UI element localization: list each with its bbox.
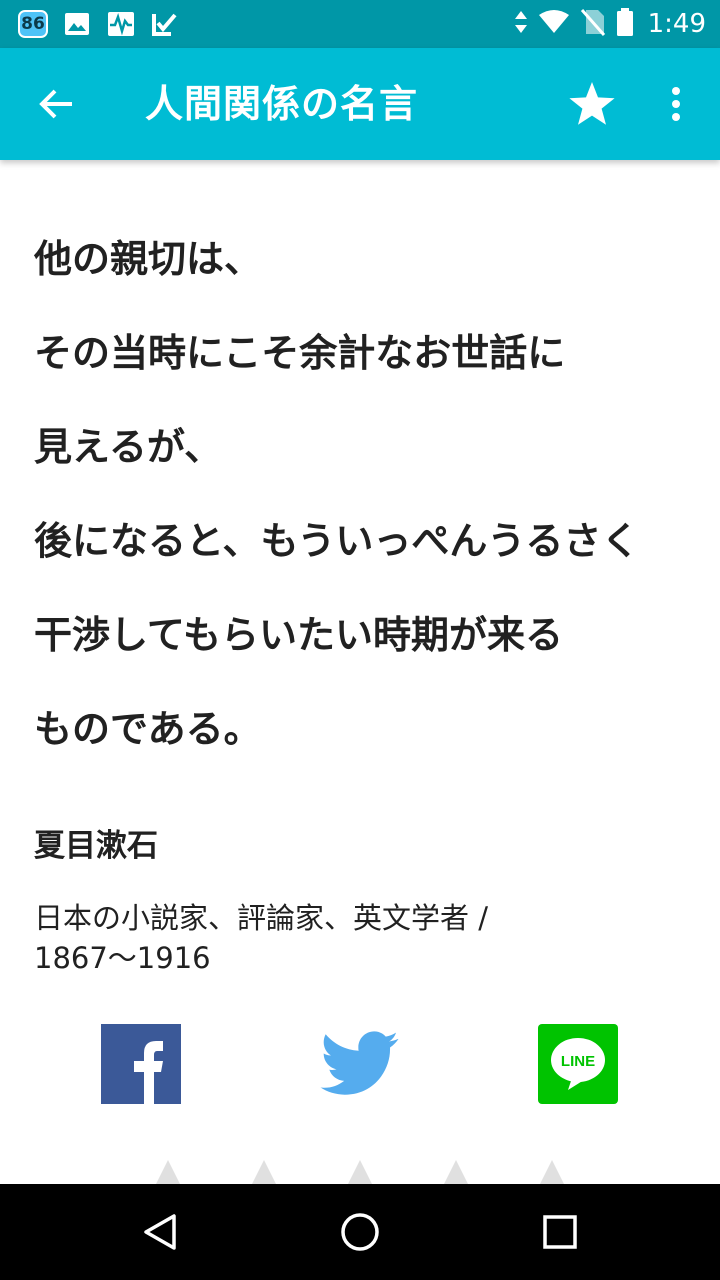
facebook-share-button[interactable]	[101, 1024, 181, 1104]
battery-icon	[616, 7, 634, 41]
app-bar: 人間関係の名言	[0, 48, 720, 160]
navigation-bar	[0, 1184, 720, 1280]
triangle-icon	[156, 1160, 180, 1184]
star-icon	[569, 82, 615, 125]
quote-line: 干渉してもらいたい時期が来る	[34, 613, 563, 657]
status-bar: 86 1:49	[0, 0, 720, 48]
home-circle-icon	[341, 1213, 379, 1251]
nav-home-button[interactable]	[330, 1202, 390, 1262]
data-arrows-icon	[514, 9, 528, 39]
image-icon	[62, 10, 92, 38]
notification-badge: 86	[18, 10, 48, 38]
author-name: 夏目漱石	[34, 828, 158, 864]
author-description: 日本の小説家、評論家、英文学者 / 1867〜1916	[34, 898, 654, 978]
clock: 1:49	[647, 9, 706, 39]
page-title: 人間関係の名言	[145, 82, 419, 126]
facebook-icon	[101, 1024, 181, 1104]
line-share-button[interactable]: LINE	[538, 1024, 618, 1104]
twitter-share-button[interactable]	[318, 1024, 402, 1104]
quote-line: 後になると、もういっぺんうるさく	[34, 519, 640, 563]
author-description-line: 1867〜1916	[34, 941, 211, 975]
quote-line: その当時にこそ余計なお世話に	[34, 331, 566, 375]
quote-line: 見えるが、	[34, 425, 223, 469]
quote-line: ものである。	[34, 707, 262, 751]
nav-back-button[interactable]	[130, 1202, 190, 1262]
check-icon	[150, 10, 180, 38]
line-label: LINE	[561, 1053, 595, 1070]
wifi-icon	[538, 9, 570, 39]
back-triangle-icon	[144, 1214, 176, 1250]
triangle-icon	[540, 1160, 564, 1184]
status-bar-notifications: 86	[18, 8, 180, 40]
triangle-icon	[348, 1160, 372, 1184]
activity-icon	[106, 10, 136, 38]
quote-text: 他の親切は、 その当時にこそ余計なお世話に 見えるが、 後になると、もういっぺん…	[34, 212, 694, 776]
nav-recents-button[interactable]	[530, 1202, 590, 1262]
favorite-button[interactable]	[558, 76, 626, 132]
back-button[interactable]	[20, 76, 92, 132]
twitter-bird-icon	[320, 1031, 399, 1095]
quote-line: 他の親切は、	[34, 237, 263, 281]
triangle-icon	[252, 1160, 276, 1184]
recents-square-icon	[543, 1215, 577, 1249]
triangle-icon	[444, 1160, 468, 1184]
author-description-line: 日本の小説家、評論家、英文学者 /	[34, 901, 488, 935]
no-sim-icon	[580, 8, 606, 40]
status-bar-system: 1:49	[514, 8, 706, 40]
line-icon: LINE	[538, 1024, 618, 1104]
more-options-button[interactable]	[652, 76, 700, 132]
more-vert-icon	[672, 87, 680, 121]
back-arrow-icon	[39, 89, 72, 119]
next-row-indicators	[0, 1160, 720, 1184]
